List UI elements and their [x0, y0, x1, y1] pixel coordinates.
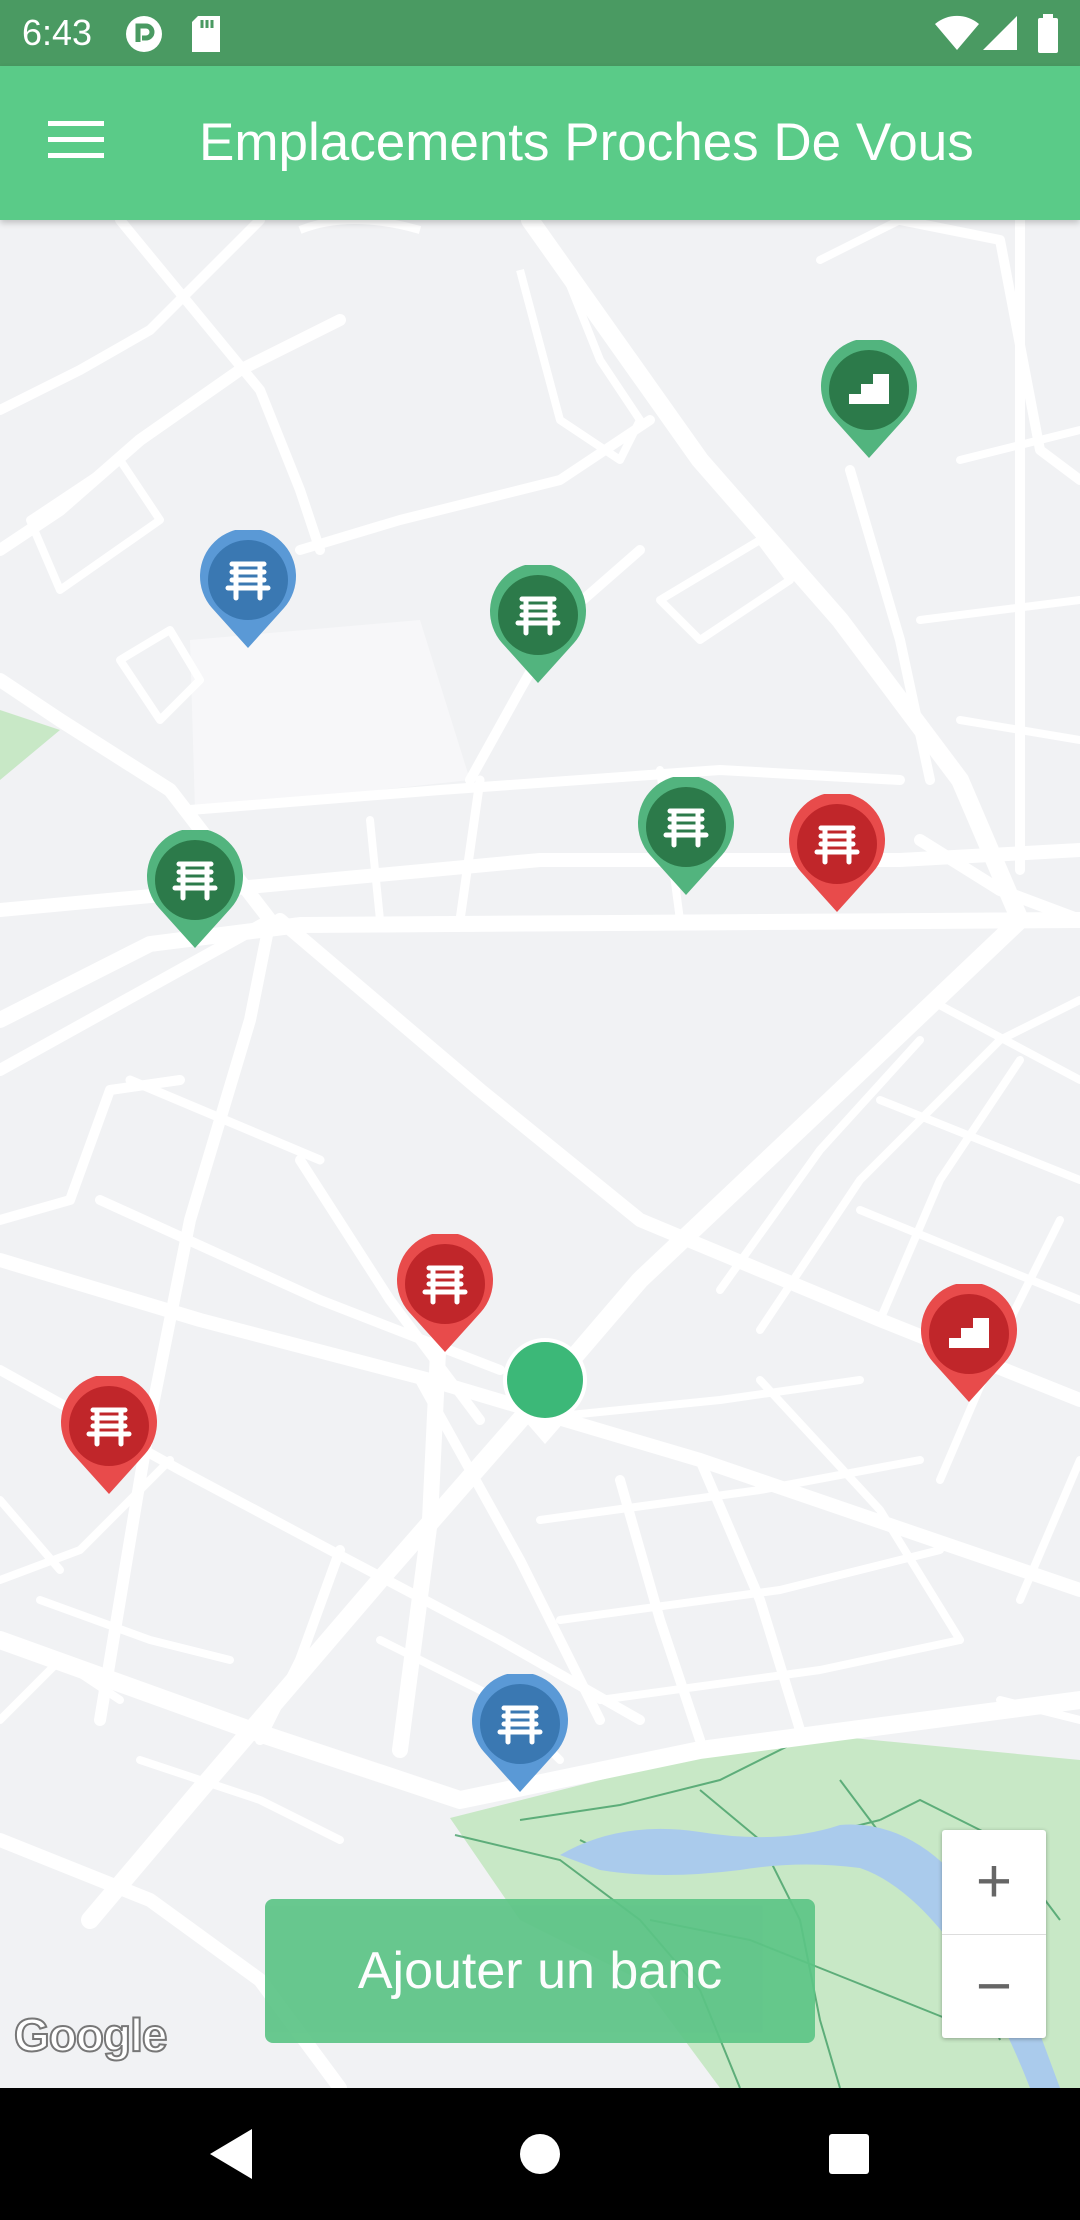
zoom-controls: + −: [942, 1830, 1046, 2038]
bench-icon: [147, 828, 243, 948]
bench-icon: [472, 1672, 568, 1792]
bench-icon: [61, 1374, 158, 1494]
steps-icon: [921, 1282, 1017, 1402]
status-bar: 6:43: [0, 0, 1080, 66]
bench-marker-red[interactable]: [59, 1374, 159, 1496]
bench-icon: [638, 775, 734, 895]
bench-marker-red[interactable]: [787, 792, 887, 914]
signal-icon: [983, 16, 1017, 50]
home-icon[interactable]: [507, 2121, 573, 2187]
app-bar: Emplacements Proches De Vous: [0, 66, 1080, 220]
steps-icon: [821, 338, 917, 458]
map-roads: [0, 220, 1080, 2088]
add-bench-button[interactable]: Ajouter un banc: [265, 1899, 815, 2043]
zoom-out-button[interactable]: −: [942, 1934, 1046, 2039]
bench-marker-green[interactable]: [488, 563, 588, 685]
sd-card-icon: [192, 16, 220, 52]
system-nav-bar: [0, 2088, 1080, 2220]
recent-apps-icon[interactable]: [816, 2121, 882, 2187]
bench-icon: [490, 563, 586, 683]
wifi-icon: [935, 15, 979, 51]
bench-icon: [789, 792, 885, 912]
page-title: Emplacements Proches De Vous: [199, 113, 974, 172]
notification-app-icon: [126, 16, 162, 52]
menu-icon[interactable]: [48, 121, 104, 165]
bench-marker-blue[interactable]: [198, 528, 298, 650]
back-icon[interactable]: [200, 2121, 266, 2187]
zoom-in-button[interactable]: +: [942, 1830, 1046, 1934]
bench-icon: [200, 528, 296, 648]
battery-icon: [1038, 14, 1058, 53]
map-view[interactable]: + − Ajouter un banc Google: [0, 220, 1080, 2088]
steps-marker-red[interactable]: [919, 1282, 1019, 1404]
bench-marker-green[interactable]: [145, 828, 245, 950]
steps-marker-green[interactable]: [819, 338, 919, 460]
status-time: 6:43: [22, 12, 93, 53]
bench-marker-blue[interactable]: [470, 1672, 570, 1794]
bench-marker-green[interactable]: [636, 775, 736, 897]
bench-icon: [397, 1232, 493, 1352]
user-location-marker: [503, 1338, 587, 1444]
google-logo: Google: [13, 2008, 168, 2062]
bench-marker-red[interactable]: [395, 1232, 495, 1354]
